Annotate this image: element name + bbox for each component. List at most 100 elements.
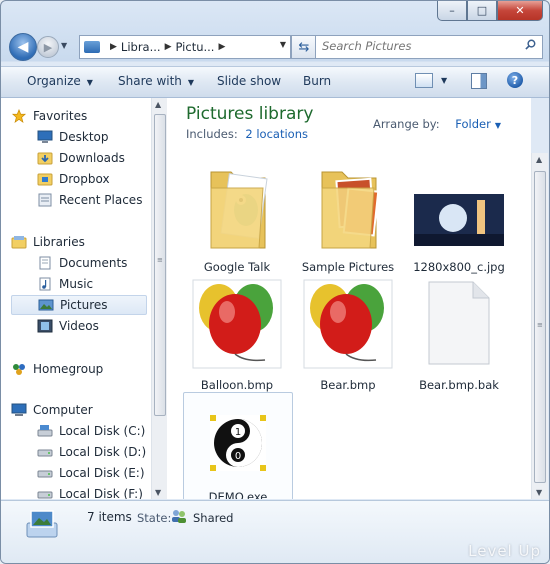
minimize-button[interactable]: – [437, 1, 467, 21]
scroll-down-icon[interactable]: ▼ [155, 488, 161, 497]
downloads-folder-icon [37, 152, 53, 165]
image-thumbnail [414, 194, 504, 246]
balloons-thumbnail [303, 279, 393, 369]
nav-item-label: Music [59, 277, 94, 291]
file-item-1280x800[interactable]: 1280x800_c.jpg [405, 160, 513, 274]
close-button[interactable]: ✕ [497, 1, 543, 21]
view-options-dropdown-icon[interactable]: ▼ [441, 76, 447, 85]
dropbox-folder-icon [37, 173, 53, 186]
breadcrumb-separator-icon[interactable]: ▶ [218, 42, 225, 52]
file-name: Balloon.bmp [200, 378, 274, 392]
includes-locations-link[interactable]: 2 locations [245, 127, 308, 141]
nav-computer-label: Computer [33, 403, 93, 417]
pictures-library-icon [26, 510, 58, 538]
nav-item-label: Desktop [59, 130, 109, 144]
nav-item-label: Local Disk (C:) [59, 424, 146, 438]
command-bar: Organize ▼ Share with ▼ Slide show Burn ▼ … [1, 66, 549, 98]
watermark-text: Level Up [468, 542, 541, 560]
svg-text:0: 0 [235, 451, 241, 462]
arrange-by: Arrange by: Folder ▼ [373, 117, 501, 131]
shared-users-icon [172, 510, 186, 523]
nav-item-desktop[interactable]: Desktop [37, 127, 109, 147]
file-item-bear[interactable]: Bear.bmp [294, 278, 402, 392]
generic-file-icon [428, 281, 490, 365]
libraries-icon [11, 236, 27, 249]
breadcrumb-pictures[interactable]: Pictu... [176, 40, 215, 54]
nav-item-label: Pictures [60, 298, 108, 312]
forward-button[interactable]: ▶ [37, 36, 59, 58]
slide-show-button[interactable]: Slide show [217, 74, 281, 88]
nav-item-recent-places[interactable]: Recent Places [37, 190, 142, 210]
breadcrumb-libraries[interactable]: Libra... [121, 40, 161, 54]
nav-item-videos[interactable]: Videos [37, 316, 99, 336]
scroll-grip-icon: ≡ [157, 256, 163, 264]
nav-computer[interactable]: Computer [11, 400, 93, 420]
state-label: State: [137, 511, 172, 525]
content-scrollbar[interactable]: ▲ ≡ ▼ [531, 153, 548, 499]
navigation-pane: Favorites Desktop Downloads Dropbox Rece… [1, 98, 152, 499]
recent-pages-dropdown[interactable]: ▼ [61, 41, 73, 51]
yin-yang-icon: 1 0 [210, 415, 266, 471]
chevron-down-icon[interactable]: ▼ [495, 121, 501, 130]
library-title: Pictures library [186, 104, 314, 124]
help-icon[interactable]: ? [507, 72, 523, 88]
breadcrumb-separator-icon[interactable]: ▶ [110, 42, 117, 52]
burn-button[interactable]: Burn [303, 74, 331, 88]
file-item-sample-pictures[interactable]: Sample Pictures [294, 160, 402, 274]
scroll-up-icon[interactable]: ▲ [536, 155, 542, 164]
address-bar[interactable]: ▶ Libra... ▶ Pictu... ▶ ▼ [79, 35, 291, 59]
refresh-button[interactable]: ⇆ [291, 35, 317, 59]
file-name: 1280x800_c.jpg [413, 260, 505, 274]
file-item-balloon[interactable]: Balloon.bmp [183, 278, 291, 392]
arrange-by-dropdown[interactable]: Folder [455, 117, 491, 131]
address-dropdown-icon[interactable]: ▼ [280, 40, 286, 49]
slide-show-label: Slide show [217, 74, 282, 88]
nav-item-downloads[interactable]: Downloads [37, 148, 125, 168]
chevron-down-icon: ▼ [187, 78, 195, 87]
nav-libraries[interactable]: Libraries [11, 232, 85, 252]
nav-item-label: Downloads [59, 151, 125, 165]
drive-icon [37, 470, 53, 478]
folder-icon [321, 171, 380, 249]
nav-item-documents[interactable]: Documents [37, 253, 127, 273]
nav-item-music[interactable]: Music [37, 274, 93, 294]
nav-item-pictures[interactable]: Pictures [11, 295, 147, 315]
file-item-demo-exe[interactable]: 1 0 DEMO.exe [183, 392, 293, 499]
search-input[interactable] [316, 36, 518, 56]
nav-pane-scrollbar[interactable]: ▲ ≡ ▼ [151, 98, 167, 499]
file-name: Bear.bmp [320, 378, 376, 392]
nav-item-local-disk-f[interactable]: Local Disk (F:) [37, 484, 143, 499]
search-icon[interactable] [525, 39, 536, 50]
maximize-button[interactable]: □ [467, 1, 497, 21]
drive-icon [37, 491, 53, 499]
nav-item-local-disk-e[interactable]: Local Disk (E:) [37, 463, 145, 483]
videos-icon [37, 319, 53, 333]
nav-homegroup[interactable]: Homegroup [11, 359, 103, 379]
breadcrumb-separator-icon[interactable]: ▶ [165, 42, 172, 52]
scroll-down-icon[interactable]: ▼ [536, 488, 542, 497]
nav-item-label: Recent Places [59, 193, 143, 207]
file-name: DEMO.exe [208, 490, 268, 499]
chevron-down-icon: ▼ [86, 78, 93, 87]
nav-libraries-label: Libraries [33, 235, 85, 249]
change-view-icon[interactable] [415, 73, 433, 88]
nav-item-label: Local Disk (F:) [59, 487, 143, 499]
scrollbar-thumb[interactable] [154, 114, 166, 416]
desktop-icon [37, 130, 53, 143]
back-button[interactable]: ◀ [9, 33, 37, 61]
forward-arrow-icon: ▶ [43, 40, 53, 54]
nav-favorites-label: Favorites [33, 109, 88, 123]
file-name: Google Talk [203, 260, 271, 274]
preview-pane-icon[interactable] [471, 73, 487, 89]
share-with-button[interactable]: Share with ▼ [118, 74, 194, 88]
scroll-up-icon[interactable]: ▲ [155, 100, 161, 109]
nav-item-local-disk-c[interactable]: Local Disk (C:) [37, 421, 145, 441]
nav-item-label: Dropbox [59, 172, 110, 186]
organize-button[interactable]: Organize ▼ [27, 74, 93, 88]
file-item-google-talk[interactable]: Google Talk [183, 160, 291, 274]
nav-favorites[interactable]: Favorites [11, 106, 87, 126]
nav-item-dropbox[interactable]: Dropbox [37, 169, 110, 189]
nav-item-local-disk-d[interactable]: Local Disk (D:) [37, 442, 146, 462]
file-item-bear-bak[interactable]: Bear.bmp.bak [405, 278, 513, 392]
search-box[interactable] [315, 35, 543, 59]
